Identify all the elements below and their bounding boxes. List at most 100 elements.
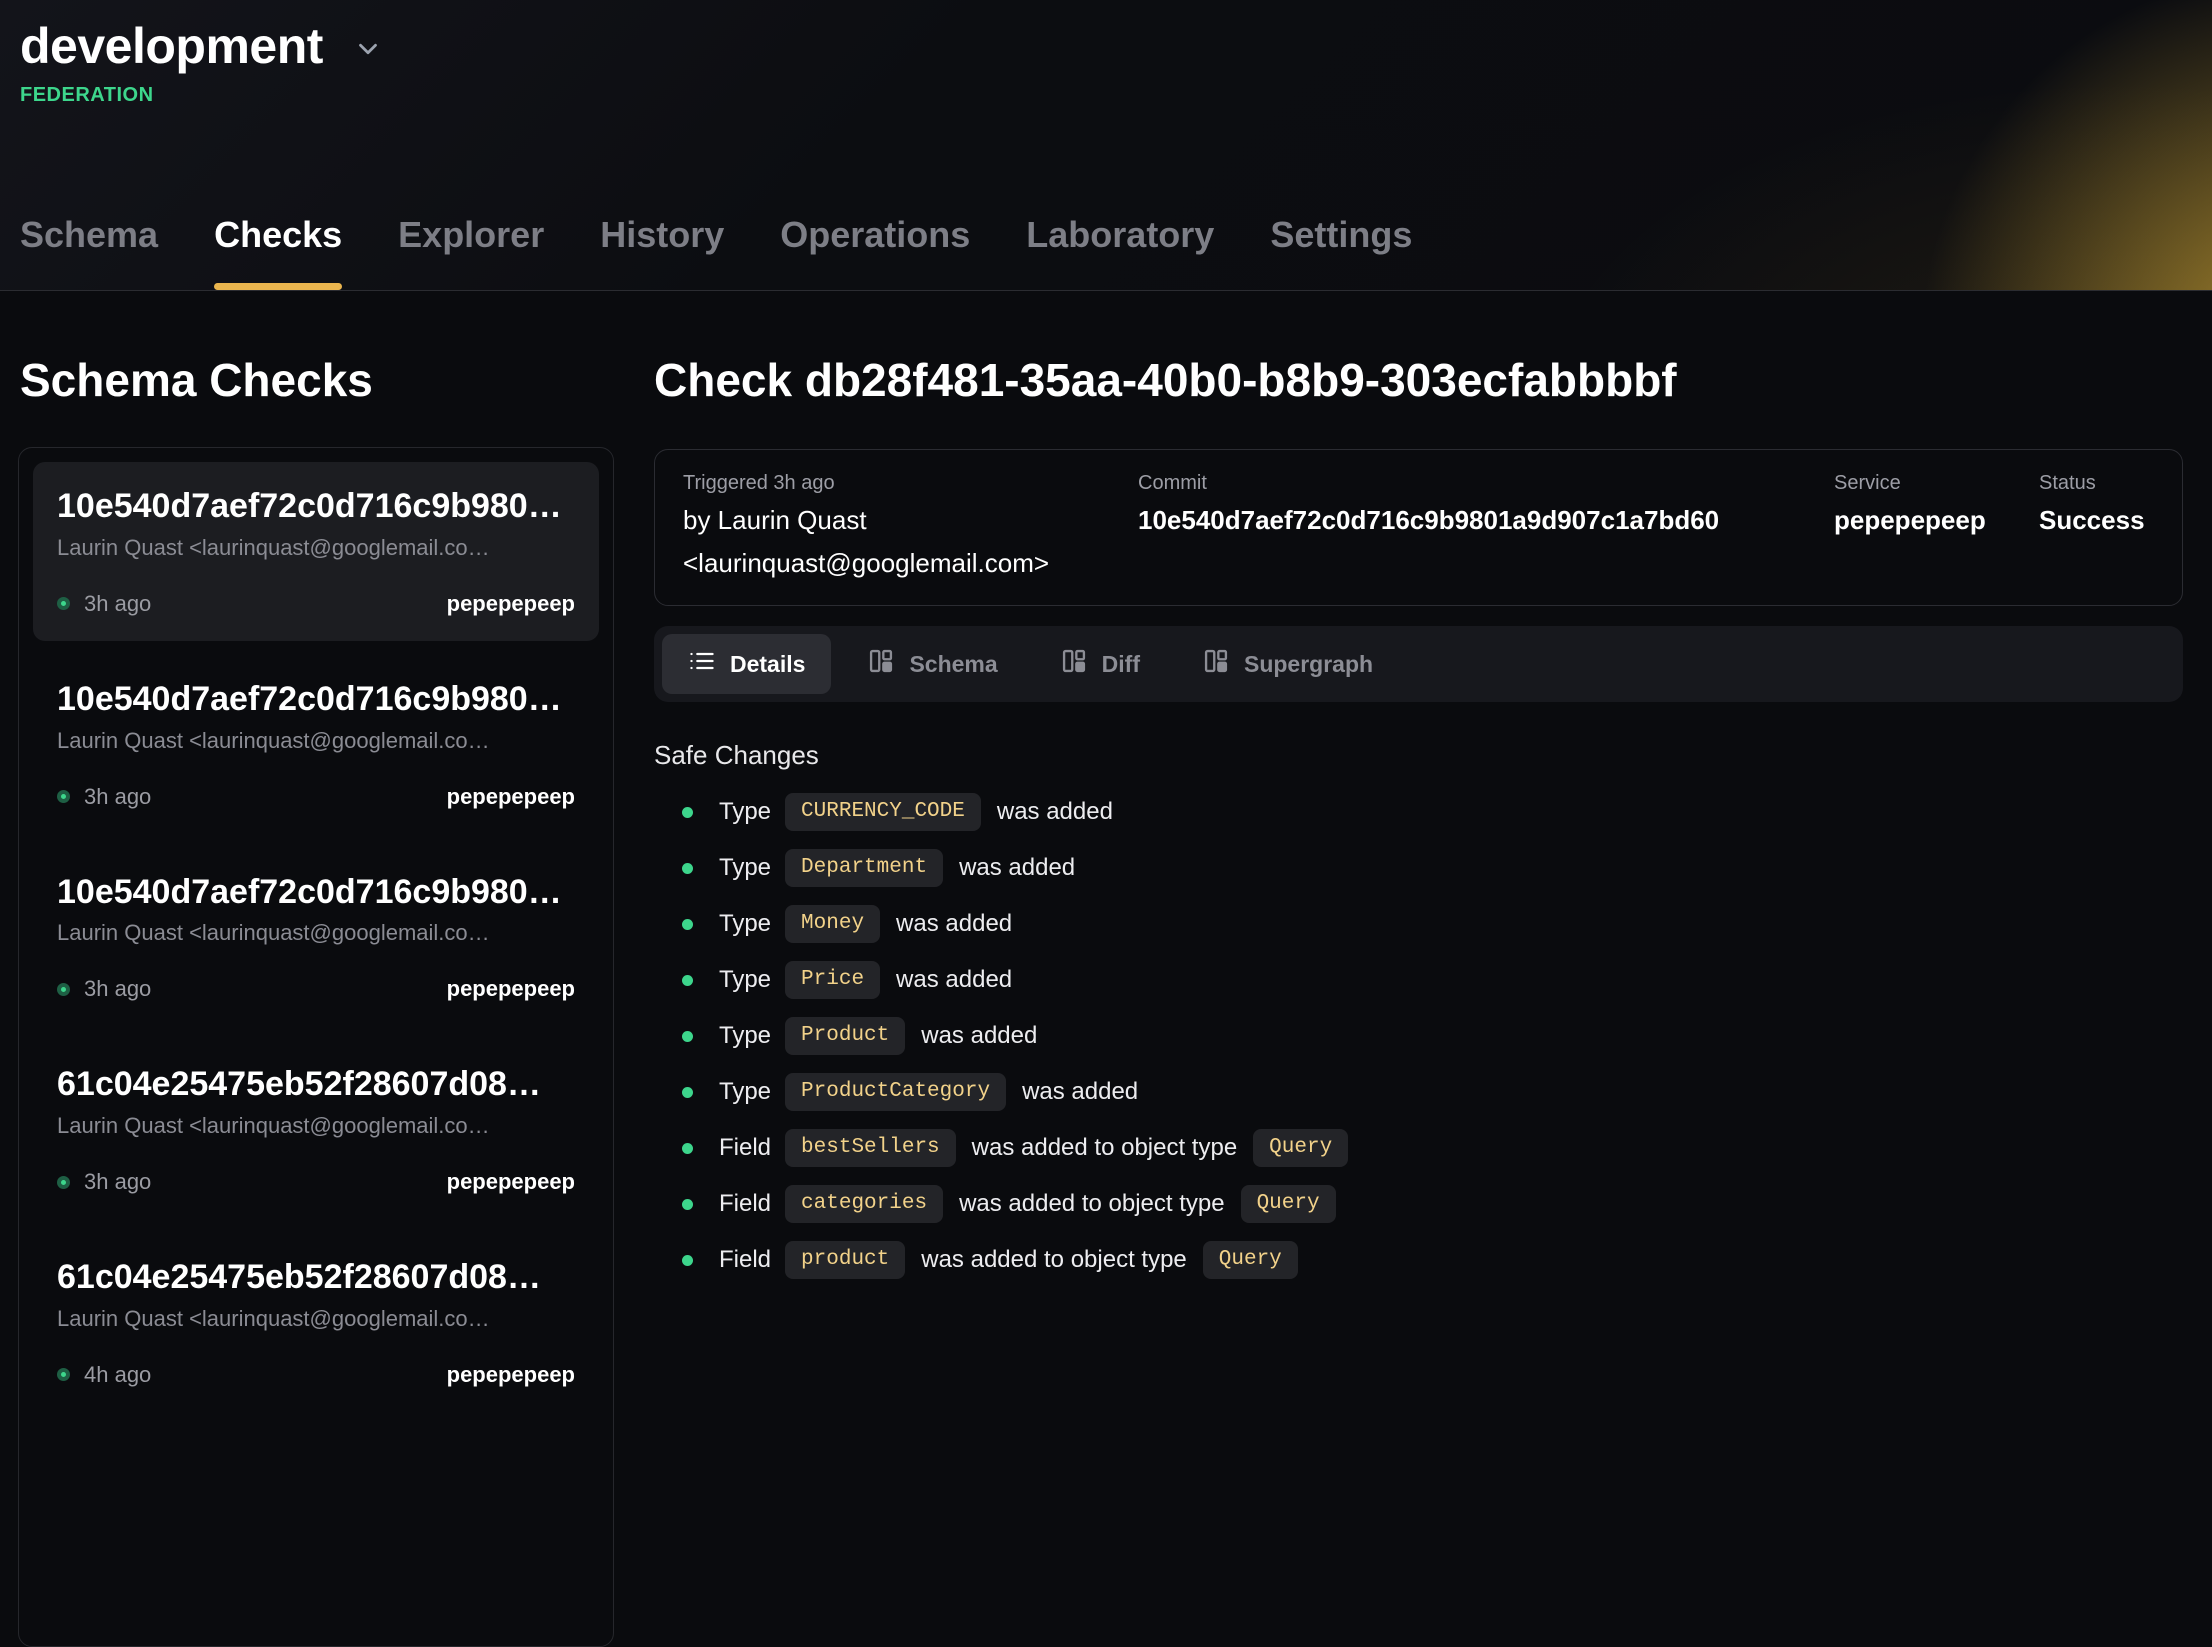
main-nav: Schema Checks Explorer History Operation… <box>20 214 1412 290</box>
check-service: pepepepeep <box>447 591 575 617</box>
change-suffix: was added <box>997 798 1113 826</box>
change-row: Field product was added to object type Q… <box>682 1237 2183 1283</box>
check-id: 10e540d7aef72c0d716c9b980… <box>57 872 575 913</box>
check-author: Laurin Quast <laurinquast@googlemail.co… <box>57 728 575 754</box>
check-info-box: Triggered 3h ago by Laurin Quast <laurin… <box>654 449 2183 606</box>
change-name-chip: product <box>785 1241 905 1279</box>
bullet-icon <box>682 919 693 930</box>
bullet-icon <box>682 1255 693 1266</box>
check-view-tabbar: Details Schema Diff Supergraph <box>654 626 2183 702</box>
change-name-chip: bestSellers <box>785 1129 956 1167</box>
tab-label: Details <box>730 651 805 678</box>
check-time: 3h ago <box>84 976 151 1002</box>
status-dot-icon <box>57 983 70 996</box>
status-label: Status <box>2039 472 2154 495</box>
check-author: Laurin Quast <laurinquast@googlemail.co… <box>57 1306 575 1332</box>
tab-details[interactable]: Details <box>662 634 831 694</box>
change-name-chip: Money <box>785 905 880 943</box>
check-detail-title: Check db28f481-35aa-40b0-b8b9-303ecfabbb… <box>654 353 2183 407</box>
change-name-chip: Department <box>785 849 943 887</box>
nav-tab-operations[interactable]: Operations <box>780 214 970 290</box>
change-row: Field categories was added to object typ… <box>682 1181 2183 1227</box>
panels-icon <box>1060 647 1088 681</box>
change-kind: Type <box>719 1078 771 1106</box>
tab-label: Supergraph <box>1244 651 1373 678</box>
change-name-chip: Price <box>785 961 880 999</box>
check-service: pepepepeep <box>447 1362 575 1388</box>
check-list-item[interactable]: 10e540d7aef72c0d716c9b980… Laurin Quast … <box>33 848 599 1027</box>
change-suffix: was added <box>959 854 1075 882</box>
check-author: Laurin Quast <laurinquast@googlemail.co… <box>57 1113 575 1139</box>
change-kind: Type <box>719 966 771 994</box>
bullet-icon <box>682 975 693 986</box>
page-header: development FEDERATION Schema Checks Exp… <box>0 0 2212 291</box>
panels-icon <box>1202 647 1230 681</box>
check-time: 3h ago <box>84 591 151 617</box>
safe-changes-list: Type CURRENCY_CODE was added Type Depart… <box>654 789 2183 1283</box>
change-target-chip: Query <box>1241 1185 1336 1223</box>
tab-label: Diff <box>1102 651 1140 678</box>
project-selector[interactable]: development <box>20 16 383 76</box>
check-service: pepepepeep <box>447 976 575 1002</box>
check-list-item[interactable]: 10e540d7aef72c0d716c9b980… Laurin Quast … <box>33 655 599 834</box>
tab-label: Schema <box>909 651 997 678</box>
nav-tab-explorer[interactable]: Explorer <box>398 214 544 290</box>
tab-schema[interactable]: Schema <box>841 634 1023 694</box>
schema-checks-sidebar: Schema Checks 10e540d7aef72c0d716c9b980…… <box>18 291 614 1647</box>
list-icon <box>688 647 716 681</box>
check-time: 3h ago <box>84 784 151 810</box>
check-id: 10e540d7aef72c0d716c9b980… <box>57 486 575 527</box>
bullet-icon <box>682 1143 693 1154</box>
tab-diff[interactable]: Diff <box>1034 634 1166 694</box>
bullet-icon <box>682 807 693 818</box>
change-kind: Type <box>719 854 771 882</box>
check-time: 4h ago <box>84 1362 151 1388</box>
status-dot-icon <box>57 790 70 803</box>
commit-label: Commit <box>1138 472 1834 495</box>
nav-tab-laboratory[interactable]: Laboratory <box>1026 214 1214 290</box>
check-time: 3h ago <box>84 1169 151 1195</box>
change-name-chip: ProductCategory <box>785 1073 1006 1111</box>
check-list-item[interactable]: 61c04e25475eb52f28607d08… Laurin Quast <… <box>33 1040 599 1219</box>
check-service: pepepepeep <box>447 784 575 810</box>
info-col-triggered: Triggered 3h ago by Laurin Quast <laurin… <box>683 472 1138 581</box>
check-list-item[interactable]: 10e540d7aef72c0d716c9b980… Laurin Quast … <box>33 462 599 641</box>
change-kind: Type <box>719 798 771 826</box>
change-row: Field bestSellers was added to object ty… <box>682 1125 2183 1171</box>
change-name-chip: CURRENCY_CODE <box>785 793 981 831</box>
status-value: Success <box>2039 505 2154 536</box>
change-suffix: was added <box>921 1022 1037 1050</box>
bullet-icon <box>682 1087 693 1098</box>
nav-tab-history[interactable]: History <box>600 214 724 290</box>
sidebar-title: Schema Checks <box>20 353 614 407</box>
change-row: Type Product was added <box>682 1013 2183 1059</box>
bullet-icon <box>682 1031 693 1042</box>
checks-list: 10e540d7aef72c0d716c9b980… Laurin Quast … <box>18 447 614 1647</box>
change-suffix: was added <box>896 966 1012 994</box>
chevron-down-icon <box>353 34 383 69</box>
federation-badge: FEDERATION <box>20 84 2182 107</box>
change-name-chip: categories <box>785 1185 943 1223</box>
change-kind: Type <box>719 1022 771 1050</box>
check-id: 10e540d7aef72c0d716c9b980… <box>57 679 575 720</box>
change-row: Type Money was added <box>682 901 2183 947</box>
change-kind: Field <box>719 1134 771 1162</box>
nav-tab-checks[interactable]: Checks <box>214 214 342 290</box>
bullet-icon <box>682 863 693 874</box>
info-col-status: Status Success <box>2039 472 2154 536</box>
change-target-chip: Query <box>1203 1241 1298 1279</box>
tab-supergraph[interactable]: Supergraph <box>1176 634 1399 694</box>
change-kind: Field <box>719 1190 771 1218</box>
nav-tab-settings[interactable]: Settings <box>1270 214 1412 290</box>
check-detail-pane: Check db28f481-35aa-40b0-b8b9-303ecfabbb… <box>654 291 2183 1293</box>
change-suffix: was added <box>896 910 1012 938</box>
check-list-item[interactable]: 61c04e25475eb52f28607d08… Laurin Quast <… <box>33 1233 599 1412</box>
triggered-label: Triggered 3h ago <box>683 472 1138 495</box>
bullet-icon <box>682 1199 693 1210</box>
change-name-chip: Product <box>785 1017 905 1055</box>
nav-tab-schema[interactable]: Schema <box>20 214 158 290</box>
change-row: Type CURRENCY_CODE was added <box>682 789 2183 835</box>
status-dot-icon <box>57 1368 70 1381</box>
service-label: Service <box>1834 472 2039 495</box>
service-value: pepepepeep <box>1834 505 2039 536</box>
